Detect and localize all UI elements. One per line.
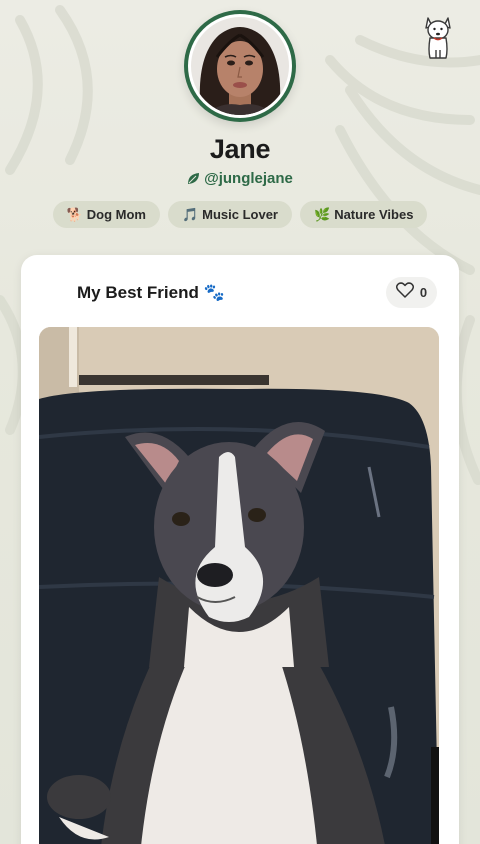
herb-icon: 🌿 <box>314 207 331 222</box>
dog-logo-icon[interactable] <box>420 14 456 60</box>
like-count: 0 <box>419 285 428 300</box>
tag-label: Dog Mom <box>86 207 146 222</box>
avatar-border <box>188 14 292 118</box>
tag-nature-vibes[interactable]: 🌿 Nature Vibes <box>300 201 428 228</box>
dog-icon: 🐕 <box>66 207 83 222</box>
tag-label: Music Lover <box>202 207 278 222</box>
interest-tags: 🐕 Dog Mom 🎵 Music Lover 🌿 Nature Vibes <box>0 201 480 228</box>
music-note-icon: 🎵 <box>181 207 199 222</box>
avatar-photo <box>191 17 289 115</box>
tag-label: Nature Vibes <box>334 207 414 222</box>
post-title: My Best Friend 🐾 <box>77 283 225 302</box>
post-card: My Best Friend 🐾 0 <box>21 255 459 844</box>
like-button[interactable]: 0 <box>386 277 437 308</box>
profile-name: Jane <box>209 134 271 164</box>
tag-music-lover[interactable]: 🎵 Music Lover <box>167 201 292 228</box>
profile-handle-row[interactable]: @junglejane <box>0 170 480 189</box>
tag-dog-mom[interactable]: 🐕 Dog Mom <box>52 201 160 228</box>
leaf-icon <box>187 172 200 189</box>
post-photo[interactable] <box>39 327 439 844</box>
profile-avatar[interactable] <box>184 10 296 122</box>
profile-handle: @junglejane <box>204 170 293 187</box>
heart-icon <box>395 282 414 303</box>
